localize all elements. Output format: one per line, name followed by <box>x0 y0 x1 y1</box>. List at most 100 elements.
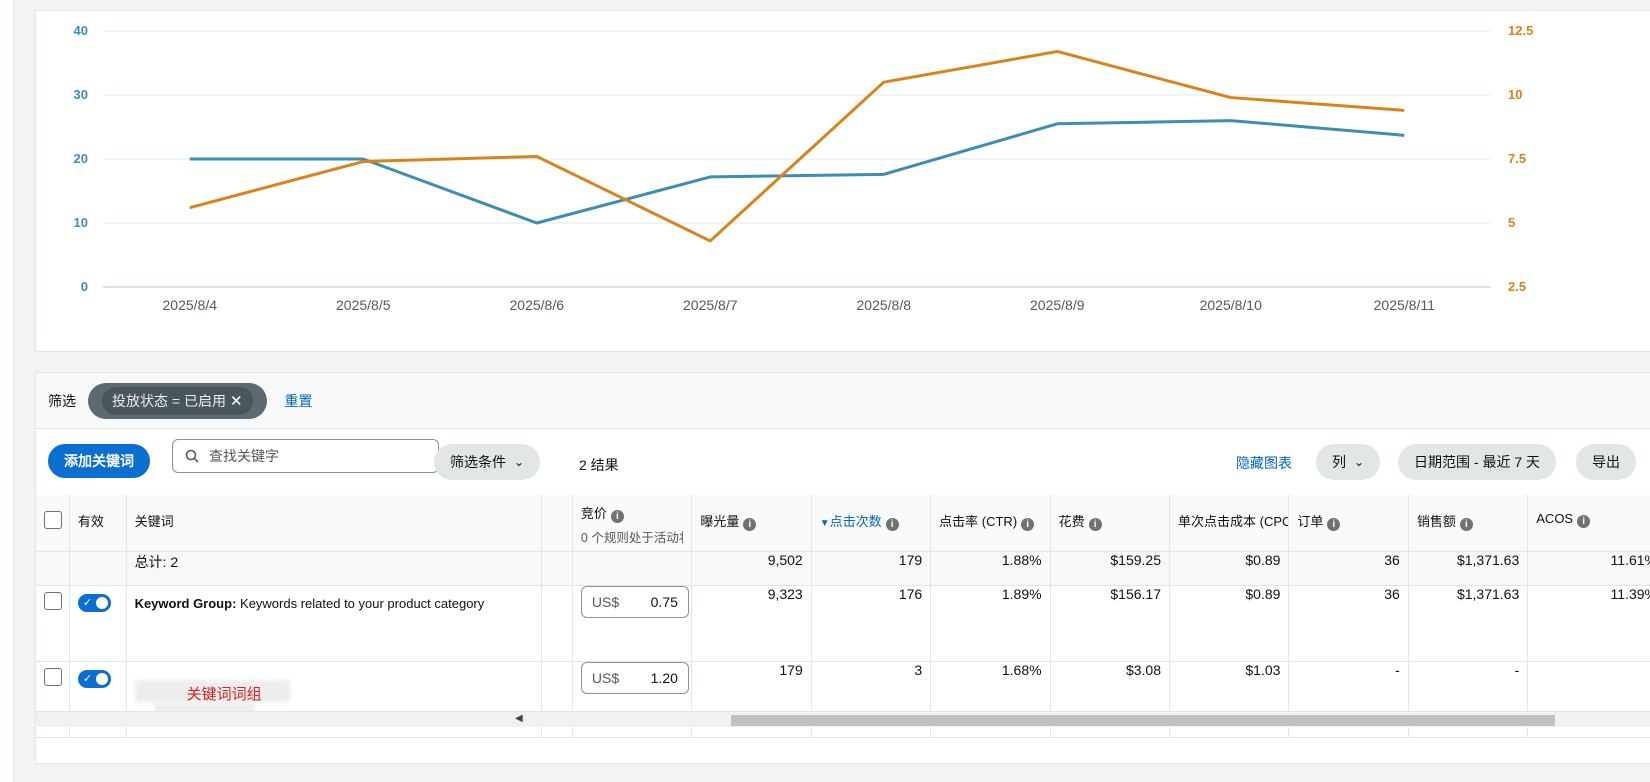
bid-value: 0.75 <box>650 593 678 610</box>
total-clicks: 179 <box>811 551 932 586</box>
keyword-group-label: Keyword Group: <box>134 595 237 611</box>
horizontal-scrollbar[interactable]: ◀ ▶ <box>36 711 1650 727</box>
header-orders-label: 订单 <box>1297 514 1324 529</box>
header-cpc[interactable]: 单次点击成本 (CPC) <box>1169 495 1290 552</box>
toggle-knob <box>95 596 108 609</box>
spacer-cell <box>541 585 573 662</box>
keyword-cell: Keyword Group: Keywords related to your … <box>126 585 542 662</box>
header-bid[interactable]: 竞价i 0 个规则处于活动状态 <box>572 495 693 552</box>
ctr-cell: 1.89% <box>930 585 1051 662</box>
info-icon[interactable]: i <box>1577 515 1591 528</box>
row-checkbox[interactable] <box>44 667 62 686</box>
x-axis-tick: 2025/8/7 <box>683 297 738 313</box>
x-axis-tick: 2025/8/9 <box>1030 297 1085 313</box>
keyword-panel: 筛选 投放状态 = 已启用 ✕ 重置 添加关键词 筛选条件 ⌄ 2 结果 隐藏图… <box>35 372 1650 764</box>
columns-label: 列 <box>1332 454 1346 470</box>
header-sales[interactable]: 销售额 i <box>1408 495 1529 552</box>
left-axis-tick: 0 <box>81 279 88 294</box>
total-ctr: 1.88% <box>930 551 1051 586</box>
check-icon: ✓ <box>82 672 93 685</box>
x-axis-tick: 2025/8/4 <box>163 297 218 313</box>
info-icon[interactable]: i <box>743 518 757 531</box>
total-label: 总计: 2 <box>126 551 542 586</box>
hide-chart-link[interactable]: 隐藏图表 <box>1236 453 1292 473</box>
bid-currency: US$ <box>591 593 620 610</box>
total-spend: $159.25 <box>1050 551 1171 586</box>
result-count: 2 结果 <box>579 457 619 473</box>
header-active: 有效 <box>69 495 127 552</box>
right-axis-tick: 10 <box>1508 87 1522 102</box>
active-toggle[interactable]: ✓ <box>77 593 111 612</box>
filter-chip-text: 投放状态 = 已启用 <box>112 392 226 409</box>
left-axis-tick: 40 <box>74 23 88 38</box>
info-icon[interactable]: i <box>885 518 899 531</box>
header-bid-subtitle: 0 个规则处于活动状态 <box>580 531 683 545</box>
header-acos-label: ACOS <box>1536 511 1574 526</box>
series-line-right <box>189 49 1405 243</box>
performance-chart: 0 10 20 30 40 2.5 5 7.5 10 12.5 2025/8/4 2025/8/5 20… <box>35 10 1650 352</box>
left-axis-tick: 20 <box>74 151 88 166</box>
bid-currency: US$ <box>591 669 620 686</box>
search-box[interactable] <box>172 439 439 473</box>
sales-cell: $1,371.63 <box>1408 585 1529 662</box>
filter-bar: 筛选 投放状态 = 已启用 ✕ 重置 <box>36 373 1650 429</box>
orders-cell: 36 <box>1288 585 1409 662</box>
header-impressions[interactable]: 曝光量 i <box>691 495 812 552</box>
toolbar: 添加关键词 筛选条件 ⌄ 2 结果 隐藏图表 列 ⌄ 日期范围 - 最近 7 天… <box>36 430 1650 494</box>
header-spacer <box>541 495 573 552</box>
header-keyword[interactable]: 关键词 <box>126 495 542 552</box>
header-orders[interactable]: 订单 i <box>1288 495 1409 552</box>
row-checkbox[interactable] <box>44 591 62 610</box>
export-button[interactable]: 导出 <box>1576 444 1636 480</box>
scroll-left-icon[interactable]: ◀ <box>515 713 523 724</box>
total-orders: 36 <box>1288 551 1409 586</box>
total-cell <box>572 551 693 586</box>
header-acos[interactable]: ACOS i <box>1527 495 1650 552</box>
date-range-button[interactable]: 日期范围 - 最近 7 天 <box>1398 444 1557 480</box>
row-active-cell: ✓ <box>69 585 127 662</box>
reset-link[interactable]: 重置 <box>285 391 313 411</box>
x-axis-tick: 2025/8/11 <box>1374 297 1435 313</box>
check-icon: ✓ <box>82 596 93 609</box>
bid-input[interactable]: US$ 1.20 <box>580 661 689 694</box>
info-icon[interactable]: i <box>1088 518 1102 531</box>
header-sales-label: 销售额 <box>1416 514 1456 529</box>
keyword-group-annotation: 关键词词组 <box>186 685 262 703</box>
filter-chip-inner: 投放状态 = 已启用 ✕ <box>102 386 253 415</box>
keyword-table: 有效 关键词 竞价i 0 个规则处于活动状态 曝光量i ▼点击次数i 点击率 (… <box>36 495 1650 738</box>
info-icon[interactable]: i <box>1327 518 1341 531</box>
total-row: 总计: 2 9,502 179 1.88% $159.25 $0.89 36 $… <box>36 551 1650 586</box>
header-impressions-label: 曝光量 <box>700 514 740 529</box>
add-keyword-button[interactable]: 添加关键词 <box>48 444 150 478</box>
bid-input[interactable]: US$ 0.75 <box>580 585 689 618</box>
table-row: ✓ Keyword Group: Keywords related to you… <box>36 585 1650 662</box>
header-cpc-label: 单次点击成本 (CPC) <box>1178 514 1289 529</box>
right-axis-tick: 12.5 <box>1508 23 1533 38</box>
select-all-checkbox[interactable] <box>44 511 62 529</box>
columns-button[interactable]: 列 ⌄ <box>1316 444 1381 480</box>
filter-conditions-button[interactable]: 筛选条件 ⌄ <box>434 444 541 480</box>
info-icon[interactable]: i <box>1021 518 1035 531</box>
series-line-left <box>189 119 1405 225</box>
total-sales: $1,371.63 <box>1408 551 1529 586</box>
header-clicks[interactable]: ▼点击次数 i <box>811 495 932 552</box>
info-icon[interactable]: i <box>1459 518 1473 531</box>
header-spend[interactable]: 花费 i <box>1050 495 1171 552</box>
header-ctr[interactable]: 点击率 (CTR) i <box>930 495 1051 552</box>
scrollbar-thumb[interactable] <box>731 715 1555 726</box>
right-axis-tick: 5 <box>1508 215 1515 230</box>
total-cpc: $0.89 <box>1169 551 1290 586</box>
chevron-down-icon: ⌄ <box>1354 455 1365 469</box>
filter-chip[interactable]: 投放状态 = 已启用 ✕ <box>88 382 267 419</box>
keyword-text: Keywords related to your product categor… <box>236 595 485 611</box>
filter-label: 筛选 <box>48 392 76 409</box>
search-input[interactable] <box>207 447 427 465</box>
active-toggle[interactable]: ✓ <box>77 669 111 688</box>
close-icon[interactable]: ✕ <box>230 392 243 410</box>
info-icon[interactable]: i <box>610 510 624 523</box>
right-axis-tick: 7.5 <box>1508 151 1526 166</box>
bid-value: 1.20 <box>650 669 678 686</box>
row-select-cell <box>36 585 70 662</box>
x-axis-tick: 2025/8/8 <box>857 297 912 313</box>
header-row: 有效 关键词 竞价i 0 个规则处于活动状态 曝光量i ▼点击次数i 点击率 (… <box>36 495 1650 552</box>
